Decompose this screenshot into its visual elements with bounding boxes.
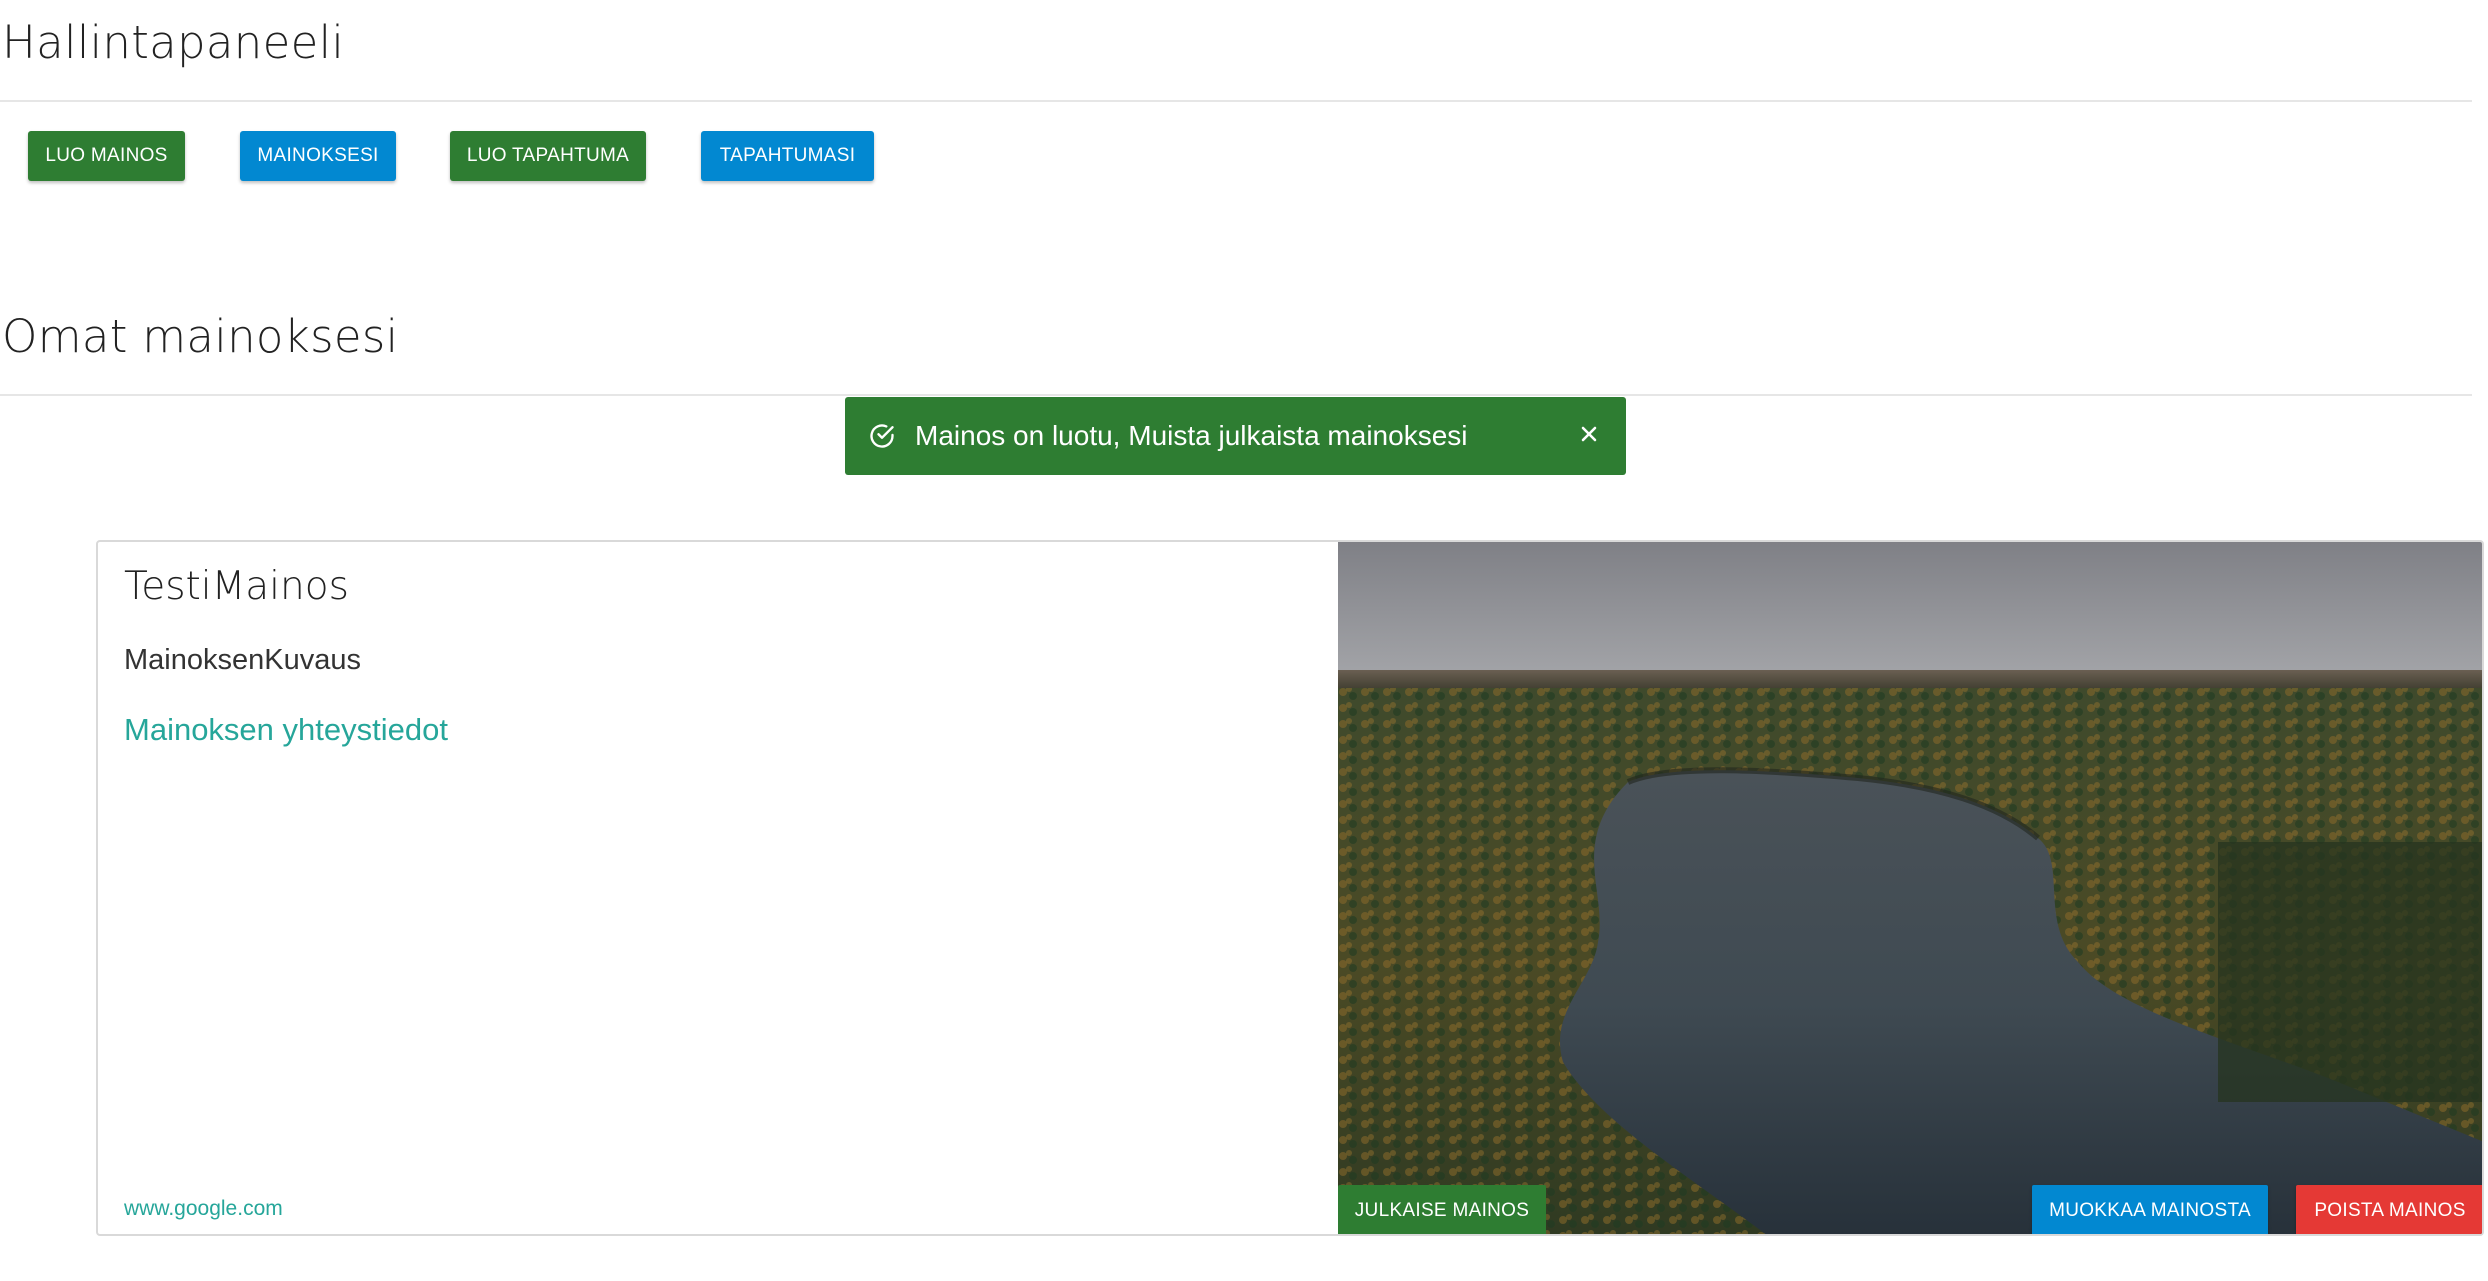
ad-title: TestiMainos — [124, 564, 349, 609]
ad-description: MainoksenKuvaus — [124, 644, 361, 676]
publish-ad-button[interactable]: JULKAISE MAINOS — [1338, 1185, 1546, 1234]
my-events-button[interactable]: TAPAHTUMASI — [701, 131, 874, 181]
edit-ad-button[interactable]: MUOKKAA MAINOSTA — [2032, 1185, 2268, 1234]
create-ad-button[interactable]: LUO MAINOS — [28, 131, 185, 181]
create-event-button[interactable]: LUO TAPAHTUMA — [450, 131, 646, 181]
ad-card: TestiMainos MainoksenKuvaus Mainoksen yh… — [96, 540, 2484, 1236]
delete-ad-button[interactable]: POISTA MAINOS — [2296, 1185, 2482, 1234]
aerial-lake-forest-image — [1338, 542, 2482, 1234]
header-divider — [0, 100, 2472, 102]
toast-message: Mainos on luotu, Muista julkaista mainok… — [915, 420, 1468, 451]
page-title: Hallintapaneeli — [2, 16, 345, 69]
section-title: Omat mainoksesi — [2, 310, 399, 363]
my-ads-button[interactable]: MAINOKSESI — [240, 131, 396, 181]
ad-url-link[interactable]: www.google.com — [124, 1197, 283, 1221]
success-toast: Mainos on luotu, Muista julkaista mainok… — [845, 397, 1626, 475]
ad-image — [1338, 542, 2482, 1234]
section-divider — [0, 394, 2472, 396]
close-icon[interactable] — [1572, 417, 1606, 451]
check-circle-icon — [867, 421, 897, 451]
ad-contact-link[interactable]: Mainoksen yhteystiedot — [124, 712, 448, 748]
